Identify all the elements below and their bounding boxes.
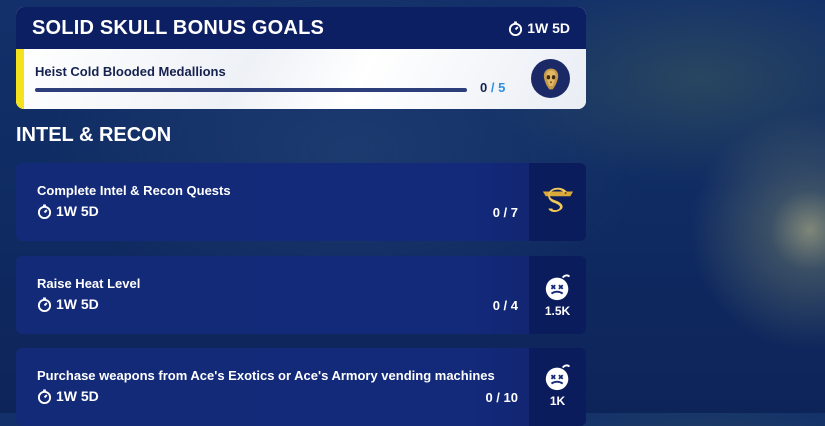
bonus-quest-progress: 0 / 5 [480,80,505,95]
quest-card[interactable]: Complete Intel & Recon Quests 1W 5D 0 / … [16,163,586,241]
stopwatch-icon [37,296,52,312]
reward-value: 1.5K [544,304,571,318]
stopwatch-icon [37,388,52,404]
bonus-timer: 1W 5D [508,20,570,36]
progress-separator: / 5 [487,80,505,95]
quest-progress: 0 / 10 [485,390,518,405]
quest-reward: 1K [529,348,586,426]
quest-timer-label: 1W 5D [56,296,99,312]
quest-timer: 1W 5D [37,296,99,312]
stopwatch-icon [37,203,52,219]
quest-reward: 1.5K [529,256,586,334]
xp-bomb-icon [545,274,570,301]
reward-value: 1K [549,394,566,408]
bonus-timer-label: 1W 5D [527,20,570,36]
quest-timer-label: 1W 5D [56,203,99,219]
bonus-goals-header: SOLID SKULL BONUS GOALS 1W 5D [16,7,586,49]
stopwatch-icon [509,20,523,36]
quest-title: Purchase weapons from Ace's Exotics or A… [37,368,495,383]
quest-reward [529,163,586,241]
quest-timer-label: 1W 5D [56,388,99,404]
snake-emblem-icon [542,187,573,213]
section-title: INTEL & RECON [16,124,172,146]
bonus-quest-title: Heist Cold Blooded Medallions [35,64,226,79]
bonus-goals-title: SOLID SKULL BONUS GOALS [32,16,325,39]
bonus-goals-card: SOLID SKULL BONUS GOALS 1W 5D Heist Cold… [16,7,586,109]
xp-bomb-icon [545,364,570,391]
accent-stripe [16,49,24,109]
quest-timer: 1W 5D [37,203,99,219]
progress-separator-text: / [487,80,499,95]
quest-timer: 1W 5D [37,388,99,404]
quest-card[interactable]: Raise Heat Level 1W 5D 0 / 4 1.5K [16,256,586,334]
skull-medallion-icon [531,59,570,98]
quest-title: Raise Heat Level [37,276,141,291]
quest-card[interactable]: Purchase weapons from Ace's Exotics or A… [16,348,586,426]
bonus-quest-row[interactable]: Heist Cold Blooded Medallions 0 / 5 [16,49,586,109]
quest-title: Complete Intel & Recon Quests [37,183,231,198]
quest-progress: 0 / 4 [492,298,518,313]
quest-progress: 0 / 7 [492,205,518,220]
progress-total: 5 [498,80,506,95]
progress-bar [35,88,467,92]
